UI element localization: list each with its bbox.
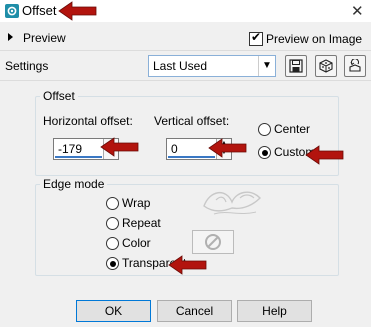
vertical-offset-label: Vertical offset: [154,114,230,128]
preview-on-image-label[interactable]: Preview on Image [266,32,362,46]
annotation-arrow-icon [100,137,139,157]
annotation-arrow-icon [305,145,344,165]
preview-toggle-label[interactable]: Preview [23,31,66,45]
color-label[interactable]: Color [122,236,151,250]
color-radio[interactable] [106,237,119,250]
checkmark-icon: ✔ [251,30,262,44]
center-radio[interactable] [258,123,271,136]
transparent-radio[interactable] [106,257,119,270]
save-preset-button[interactable] [285,55,307,77]
preset-dropdown[interactable]: Last Used ▼ [148,55,276,77]
randomize-button[interactable] [315,55,337,77]
close-button[interactable]: ✕ [351,2,364,20]
annotation-arrow-icon [168,255,207,275]
dice-icon [319,59,333,73]
repeat-label[interactable]: Repeat [122,216,161,230]
offset-group [35,96,339,176]
reset-button[interactable] [344,55,366,77]
cancel-button[interactable]: Cancel [157,300,232,322]
center-label[interactable]: Center [274,122,310,136]
wrap-label[interactable]: Wrap [122,196,150,210]
focus-underline [55,156,102,158]
divider [0,80,371,81]
edge-mode-group-title: Edge mode [40,177,108,191]
chevron-down-icon[interactable]: ▼ [258,56,275,76]
no-color-icon [205,234,221,250]
annotation-arrow-icon [208,138,247,158]
preset-value: Last Used [153,59,208,73]
offset-group-title: Offset [40,89,78,103]
settings-label: Settings [5,59,49,73]
edge-color-swatch[interactable] [192,230,234,254]
horizontal-offset-value: -179 [58,142,83,156]
help-button[interactable]: Help [237,300,312,322]
window-title: Offset [22,3,57,18]
reset-icon [349,59,361,72]
save-icon [289,59,303,73]
watermark-logo [203,191,261,215]
preview-on-image-checkbox[interactable]: ✔ [249,30,263,46]
ok-button[interactable]: OK [76,300,151,322]
horizontal-offset-label: Horizontal offset: [43,114,133,128]
annotation-arrow-icon [58,1,97,21]
wrap-radio[interactable] [106,197,119,210]
app-icon [5,4,19,18]
vertical-offset-value: 0 [171,142,178,156]
divider [0,50,371,51]
custom-radio[interactable] [258,146,271,159]
repeat-radio[interactable] [106,217,119,230]
expand-triangle-icon[interactable] [8,33,13,41]
